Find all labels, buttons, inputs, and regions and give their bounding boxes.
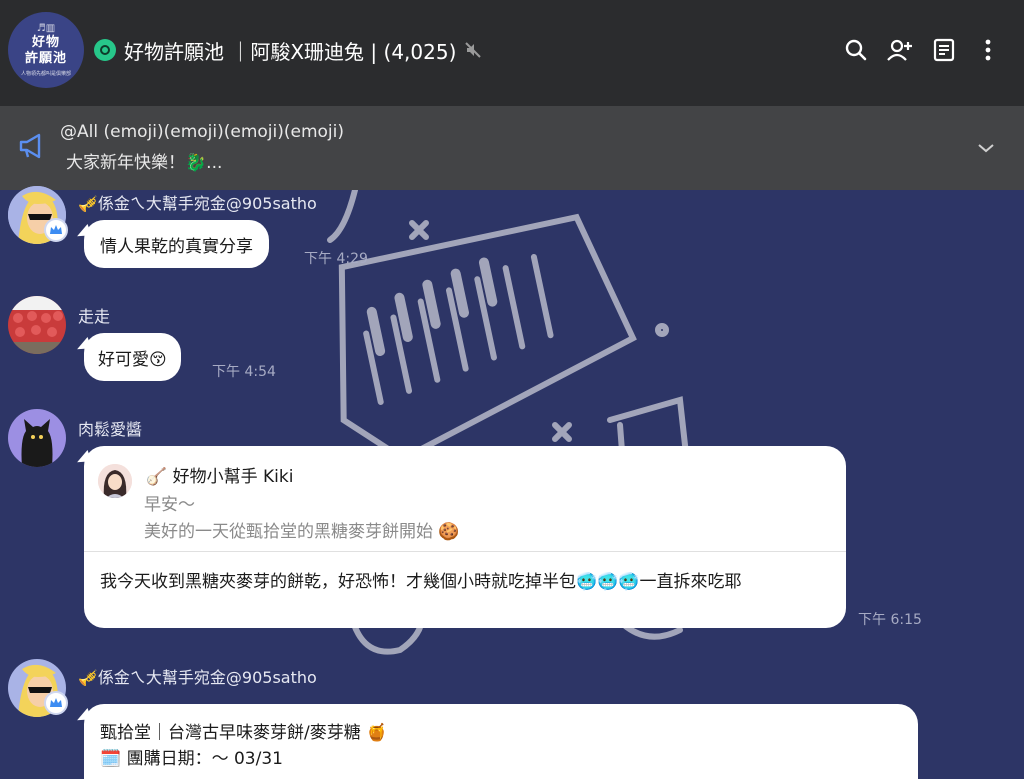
crown-badge-icon — [44, 218, 68, 242]
message-text-line1: 甄拾堂｜台灣古早味麥芽餅/麥芽糖 🍯 — [100, 723, 388, 743]
announcement-line1: @All (emoji)(emoji)(emoji)(emoji) — [60, 122, 345, 142]
mute-icon — [465, 42, 482, 58]
piano-doodle-icon: ♬▥ — [36, 22, 56, 34]
group-avatar[interactable]: ♬▥ 好物 許願池 人物領先都叫是俱樂部 — [8, 12, 84, 88]
message-time: 下午 4:54 — [212, 364, 276, 380]
message-bubble[interactable]: 情人果乾的真實分享 — [84, 220, 269, 268]
group-avatar-sub: 人物領先都叫是俱樂部 — [20, 70, 71, 77]
message-time: 下午 6:15 — [858, 612, 922, 628]
chevron-down-icon[interactable] — [974, 136, 998, 160]
announcement-line2: 大家新年快樂！🐉... — [66, 153, 223, 173]
message-bubble[interactable]: 🪕 好物小幫手 Kiki 早安～ 美好的一天從甄拾堂的黑糖麥芽餅開始 🍪 我今天… — [84, 446, 846, 628]
message-bubble[interactable]: 甄拾堂｜台灣古早味麥芽餅/麥芽糖 🍯 🗓️ 團購日期：～ 03/31 — [84, 704, 918, 779]
crown-badge-icon — [44, 691, 68, 715]
notes-icon[interactable] — [922, 34, 966, 66]
sender-name: 肉鬆愛醬 — [78, 420, 143, 439]
message-text: 好可愛😚 — [98, 350, 167, 370]
chat-title-text: 好物許願池 ｜阿駿X珊迪兔 | (4,025) — [124, 39, 457, 64]
search-icon[interactable] — [834, 34, 878, 66]
reply-text-line1: 早安～ — [144, 495, 195, 515]
message-text-line2: 🗓️ 團購日期：～ 03/31 — [100, 749, 283, 769]
chat-title[interactable]: 好物許願池 ｜阿駿X珊迪兔 | (4,025) — [94, 36, 482, 64]
add-friend-icon[interactable] — [878, 34, 922, 66]
group-avatar-line2: 許願池 — [24, 50, 67, 66]
sender-name: 🎺係金ㄟ大幫手宛金@905satho — [78, 194, 317, 213]
message-text: 我今天收到黑糖夾麥芽的餅乾，好恐怖！才幾個小時就吃掉半包🥶🥶🥶一直拆來吃耶 — [100, 572, 742, 592]
chat-header: ♬▥ 好物 許願池 人物領先都叫是俱樂部 好物許願池 ｜阿駿X珊迪兔 | (4,… — [0, 0, 1024, 106]
megaphone-icon — [19, 133, 41, 159]
avatar — [98, 464, 132, 498]
sender-name: 走走 — [78, 307, 111, 326]
message-time: 下午 4:29 — [304, 251, 368, 267]
sender-name: 🎺係金ㄟ大幫手宛金@905satho — [78, 668, 317, 687]
message-bubble[interactable]: 好可愛😚 — [84, 333, 181, 381]
open-chat-icon — [94, 39, 116, 61]
avatar[interactable] — [8, 409, 66, 467]
more-icon[interactable] — [966, 34, 1010, 66]
message-text: 情人果乾的真實分享 — [100, 237, 253, 257]
avatar[interactable] — [8, 296, 66, 354]
reply-text-line2: 美好的一天從甄拾堂的黑糖麥芽餅開始 🍪 — [144, 522, 460, 542]
reply-sender-name: 🪕 好物小幫手 Kiki — [146, 467, 294, 487]
group-avatar-line1: 好物 — [31, 34, 60, 50]
header-actions — [834, 34, 1010, 66]
reply-quote[interactable]: 🪕 好物小幫手 Kiki 早安～ 美好的一天從甄拾堂的黑糖麥芽餅開始 🍪 — [84, 446, 846, 552]
